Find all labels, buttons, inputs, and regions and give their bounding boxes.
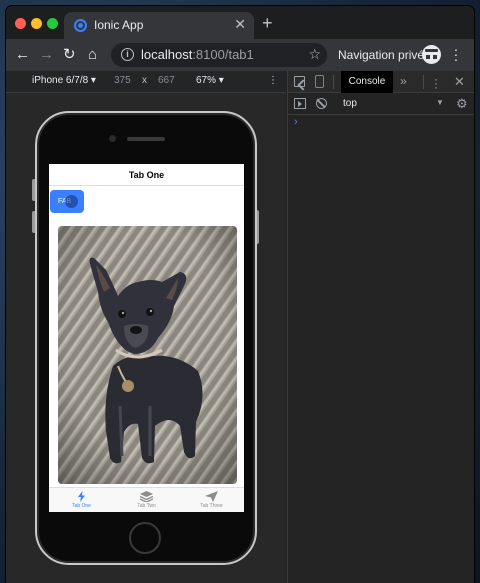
layers-icon — [140, 491, 153, 502]
url-text[interactable]: localhost:8100/tab1 — [141, 47, 254, 62]
clear-console-icon[interactable] — [316, 98, 327, 109]
page-title: Tab One — [49, 164, 244, 186]
bookmark-star-icon[interactable]: ☆ — [308, 46, 321, 63]
tab-title: Ionic App — [94, 18, 144, 32]
device-toolbar: iPhone 6/7/8 ▾ 375 x 667 67% ▾ ⋮ — [6, 71, 286, 93]
app-screen: Tab One FAB — [49, 164, 244, 512]
tab-two[interactable]: Tab Two — [114, 488, 179, 512]
console-toolbar: top ▼ ⚙ — [288, 93, 474, 115]
maximize-window-button[interactable] — [47, 18, 58, 29]
console-sidebar-icon[interactable] — [294, 98, 306, 109]
forward-arrow-icon[interactable]: → — [39, 47, 54, 63]
address-bar[interactable]: i localhost:8100/tab1 ☆ — [111, 43, 327, 67]
incognito-icon[interactable] — [422, 45, 441, 64]
fab-button[interactable]: FAB — [50, 190, 84, 213]
tab-one-label: Tab One — [72, 503, 91, 509]
browser-menu-icon[interactable]: · · · — [453, 42, 459, 66]
device-viewport: Tab One FAB — [6, 93, 286, 583]
ionic-favicon-icon — [74, 19, 87, 32]
viewport-width[interactable]: 375 — [114, 75, 131, 86]
tab-two-label: Tab Two — [137, 503, 156, 509]
send-icon — [205, 491, 218, 502]
context-select[interactable]: top — [343, 98, 357, 109]
tab-three[interactable]: Tab Three — [179, 488, 244, 512]
incognito-label: Navigation privée — [338, 48, 431, 62]
tab-bar: Tab One Tab Two Tab Three — [49, 487, 244, 512]
browser-toolbar: ← → ↻ ⌂ i localhost:8100/tab1 ☆ Navigati… — [6, 39, 474, 71]
viewport-height[interactable]: 667 — [158, 75, 175, 86]
console-prompt[interactable]: › — [294, 116, 298, 128]
dog-photo-image — [58, 226, 237, 484]
browser-window: Ionic App ✕ + ← → ↻ ⌂ i localhost:8100/t… — [6, 6, 474, 583]
devtools-tabbar: Console » · · · ✕ — [288, 71, 474, 93]
info-icon[interactable]: i — [121, 48, 134, 61]
new-tab-button[interactable]: + — [262, 13, 273, 34]
zoom-select[interactable]: 67% ▾ — [196, 75, 224, 86]
home-icon[interactable]: ⌂ — [88, 47, 97, 63]
close-devtools-icon[interactable]: ✕ — [454, 74, 465, 90]
back-arrow-icon[interactable]: ← — [15, 47, 30, 63]
url-host: localhost — [141, 47, 193, 62]
dog-photo — [58, 226, 237, 484]
phone-home-button — [129, 522, 161, 554]
device-toggle-icon[interactable] — [315, 75, 324, 88]
reload-icon[interactable]: ↻ — [63, 47, 76, 63]
tab-strip: Ionic App ✕ + — [6, 6, 474, 39]
toolbar-divider — [423, 75, 424, 89]
devtools-panel: Console » · · · ✕ top ▼ ⚙ › — [287, 71, 474, 583]
device-select[interactable]: iPhone 6/7/8 ▾ — [32, 75, 96, 86]
phone-camera — [109, 135, 116, 142]
more-tabs-icon[interactable]: » — [400, 74, 407, 88]
gear-icon[interactable]: ⚙ — [456, 96, 468, 112]
chevron-down-icon[interactable]: ▼ — [436, 98, 444, 107]
dimension-separator: x — [142, 75, 147, 86]
browser-tab[interactable]: Ionic App ✕ — [64, 12, 254, 39]
close-icon[interactable]: ✕ — [234, 16, 246, 33]
devtools-menu-icon[interactable]: · · · — [434, 73, 438, 93]
url-path: :8100/tab1 — [192, 47, 254, 62]
touch-ripple — [65, 195, 78, 208]
toolbar-divider — [333, 75, 334, 89]
flash-icon — [78, 491, 85, 502]
tab-one[interactable]: Tab One — [49, 488, 114, 512]
tab-three-label: Tab Three — [200, 503, 223, 509]
phone-speaker — [127, 137, 165, 141]
phone-frame: Tab One FAB — [35, 111, 257, 565]
minimize-window-button[interactable] — [31, 18, 42, 29]
device-toolbar-menu-icon[interactable]: ⋮ — [268, 75, 278, 86]
tab-console[interactable]: Console — [341, 71, 393, 93]
close-window-button[interactable] — [15, 18, 26, 29]
inspect-element-icon[interactable] — [294, 76, 305, 87]
